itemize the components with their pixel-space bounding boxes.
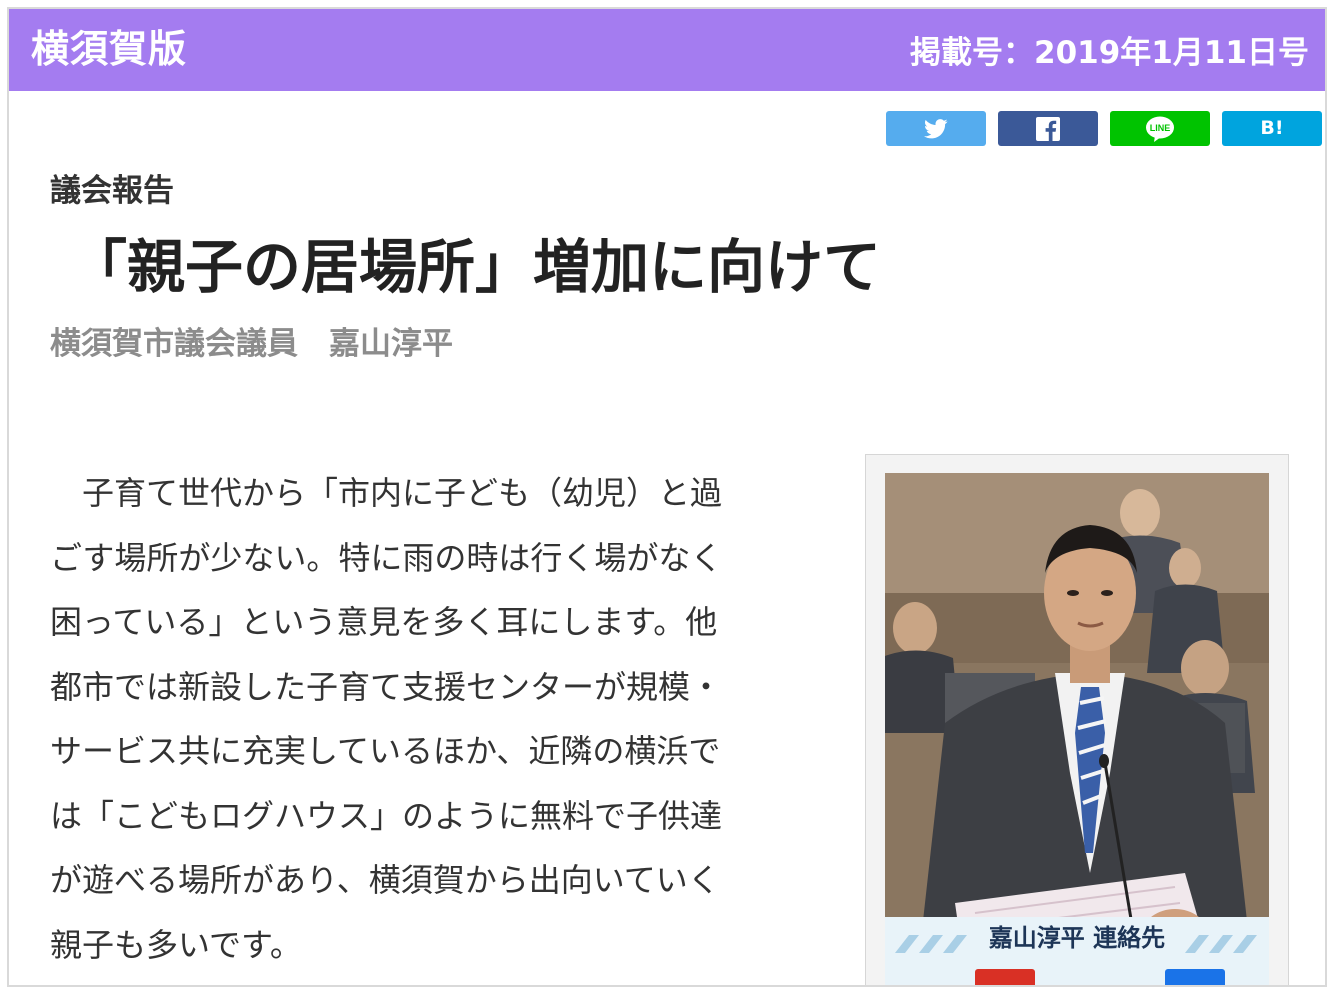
article-title: 「親子の居場所」増加に向けて — [69, 233, 882, 301]
photo-box: 嘉山淳平 連絡先 — [865, 454, 1289, 985]
edition-header: 横須賀版 掲載号：2019年1月11日号 — [9, 9, 1325, 91]
svg-text:LINE: LINE — [1150, 123, 1171, 133]
twitter-share-button[interactable] — [886, 111, 986, 146]
contact-caption: 嘉山淳平 連絡先 — [988, 924, 1166, 952]
facebook-icon — [1036, 116, 1060, 141]
issue-date: 掲載号：2019年1月11日号 — [910, 35, 1309, 71]
article-body: 子育て世代から「市内に子ども（幼児）と過 ごす場所が少ない。特に雨の時は行く場が… — [50, 461, 810, 977]
hatena-bookmark-button[interactable]: B! — [1222, 111, 1322, 146]
hatena-label: B! — [1260, 117, 1284, 139]
article-category: 議会報告 — [50, 173, 174, 209]
body-paragraph: 子育て世代から「市内に子ども（幼児）と過 ごす場所が少ない。特に雨の時は行く場が… — [50, 461, 810, 977]
article-byline: 横須賀市議会議員 嘉山淳平 — [50, 326, 453, 362]
facebook-share-button[interactable] — [998, 111, 1098, 146]
line-icon: LINE — [1146, 116, 1174, 142]
body-line: 困っている」という意見を多く耳にします。他 — [50, 603, 718, 641]
article-page: 横須賀版 掲載号：2019年1月11日号 LINE B! 議会報告 「親子の居場 — [7, 7, 1327, 987]
body-line: 親子も多いです。 — [50, 925, 302, 964]
councilor-photo[interactable]: 嘉山淳平 連絡先 — [885, 473, 1269, 985]
line-share-button[interactable]: LINE — [1110, 111, 1210, 146]
body-line: ごす場所が少ない。特に雨の時は行く場がなく — [50, 538, 723, 577]
body-line: サービス共に充実しているほか、近隣の横浜で — [50, 732, 721, 770]
edition-name[interactable]: 横須賀版 — [31, 27, 187, 71]
body-line: 都市では新設した子育て支援センターが規模・ — [50, 667, 723, 706]
councilor-photo-image — [885, 473, 1269, 985]
contact-banner[interactable]: 嘉山淳平 連絡先 — [885, 917, 1269, 985]
body-line: 子育て世代から「市内に子ども（幼児）と過 — [82, 474, 723, 512]
body-line: が遊べる場所があり、横須賀から出向いていく — [50, 861, 720, 899]
twitter-icon — [924, 118, 948, 138]
body-line: は「こどもログハウス」のように無料で子供達 — [50, 796, 723, 835]
